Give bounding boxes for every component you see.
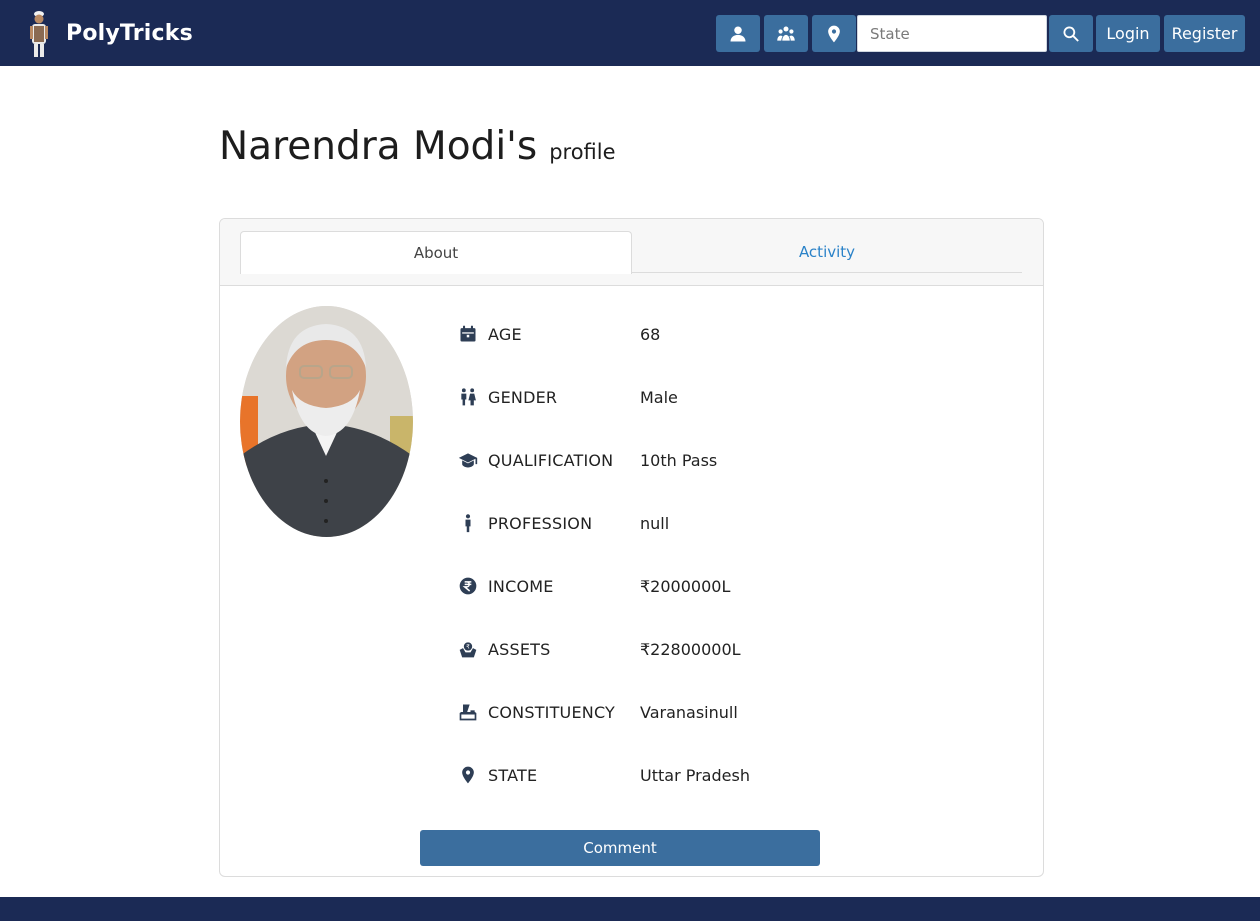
info-label: CONSTITUENCY	[488, 702, 616, 722]
svg-text:₹: ₹	[466, 644, 470, 651]
location-pin-icon	[828, 25, 840, 42]
info-value: Uttar Pradesh	[640, 765, 750, 785]
footer	[0, 897, 1260, 921]
graduation-cap-icon	[458, 453, 478, 468]
brand-logo-icon	[30, 11, 48, 57]
gender-icon	[461, 388, 476, 406]
info-label: PROFESSION	[488, 513, 593, 533]
profile-name: Narendra Modi's	[219, 124, 538, 169]
info-label: INCOME	[488, 576, 554, 596]
ballot-box-icon	[459, 704, 477, 721]
info-label: GENDER	[488, 387, 558, 407]
location-button[interactable]	[812, 15, 856, 52]
info-row-qualification: QUALIFICATION 10th Pass	[457, 448, 940, 472]
location-pin-icon	[462, 766, 474, 784]
info-value: Varanasinull	[640, 702, 738, 722]
info-row-constituency: CONSTITUENCY Varanasinull	[457, 700, 940, 724]
profile-photo	[240, 306, 413, 537]
info-value: null	[640, 513, 670, 533]
info-row-income: INCOME ₹2000000L	[457, 574, 940, 598]
user-icon	[730, 26, 746, 41]
profile-card: About Activity AGE 68 GENDER Male QUALIF…	[219, 218, 1044, 877]
info-label: ASSETS	[488, 639, 551, 659]
person-icon	[465, 514, 471, 533]
navbar: PolyTricks Login Register	[0, 0, 1260, 66]
user-button[interactable]	[716, 15, 760, 52]
info-row-state: STATE Uttar Pradesh	[457, 763, 940, 787]
tab-activity[interactable]: Activity	[632, 231, 1022, 273]
brand-name: PolyTricks	[66, 20, 193, 46]
brand[interactable]: PolyTricks	[22, 8, 193, 58]
state-search-input[interactable]	[857, 15, 1047, 52]
register-button[interactable]: Register	[1164, 15, 1245, 52]
page-title: Narendra Modi's profile	[219, 124, 616, 169]
info-value: ₹22800000L	[640, 639, 741, 659]
info-label: STATE	[488, 765, 538, 785]
login-button[interactable]: Login	[1096, 15, 1160, 52]
info-row-gender: GENDER Male	[457, 385, 940, 409]
search-button[interactable]	[1049, 15, 1093, 52]
info-value: 10th Pass	[640, 450, 718, 470]
info-value: ₹2000000L	[640, 576, 731, 596]
profile-subtitle: profile	[549, 140, 616, 164]
tab-about[interactable]: About	[240, 231, 632, 274]
info-label: AGE	[488, 324, 522, 344]
info-value: Male	[640, 387, 678, 407]
group-icon	[777, 26, 795, 41]
info-row-age: AGE 68	[457, 322, 940, 346]
tab-bar: About Activity	[220, 219, 1043, 286]
search-icon	[1063, 25, 1079, 42]
hand-money-icon: ₹	[459, 642, 477, 658]
comment-button[interactable]: Comment	[420, 830, 820, 866]
rupee-icon	[459, 577, 477, 595]
info-value: 68	[640, 324, 661, 344]
info-row-profession: PROFESSION null	[457, 511, 940, 535]
info-row-assets: ₹ ASSETS ₹22800000L	[457, 637, 940, 661]
group-button[interactable]	[764, 15, 808, 52]
info-label: QUALIFICATION	[488, 450, 614, 470]
avatar	[240, 306, 413, 537]
calendar-icon	[460, 325, 476, 342]
